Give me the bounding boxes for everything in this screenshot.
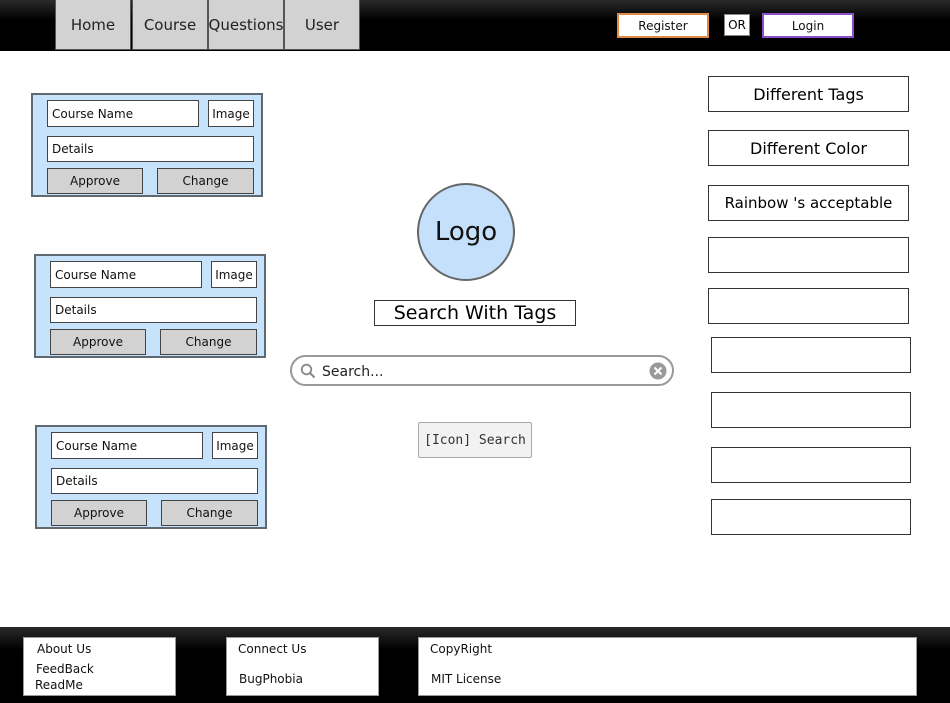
- tag-box[interactable]: Different Tags: [708, 76, 909, 112]
- course-card: Course Name Image Details Approve Change: [31, 93, 263, 197]
- approve-button[interactable]: Approve: [51, 500, 147, 526]
- tag-box[interactable]: [711, 392, 911, 428]
- license-link[interactable]: MIT License: [431, 672, 501, 686]
- top-nav-bar: Home Course Questions User Register OR L…: [0, 0, 950, 51]
- change-button[interactable]: Change: [161, 500, 258, 526]
- approve-button[interactable]: Approve: [50, 329, 146, 355]
- readme-link[interactable]: ReadMe: [35, 678, 83, 692]
- register-button[interactable]: Register: [617, 13, 709, 38]
- course-image-field[interactable]: Image: [212, 432, 258, 459]
- change-button[interactable]: Change: [160, 329, 257, 355]
- course-details-field[interactable]: Details: [50, 297, 257, 323]
- connect-us-link[interactable]: Connect Us: [238, 642, 306, 656]
- nav-tab-questions[interactable]: Questions: [208, 0, 284, 50]
- tag-box[interactable]: [711, 499, 911, 535]
- nav-tab-course[interactable]: Course: [132, 0, 208, 50]
- clear-icon[interactable]: [649, 362, 667, 380]
- tag-box[interactable]: Rainbow 's acceptable: [708, 185, 909, 221]
- search-box: [290, 355, 674, 386]
- course-name-field[interactable]: Course Name: [51, 432, 203, 459]
- tag-box[interactable]: [711, 337, 911, 373]
- feedback-link[interactable]: FeedBack: [36, 662, 94, 676]
- nav-tab-user[interactable]: User: [284, 0, 360, 50]
- approve-button[interactable]: Approve: [47, 168, 143, 194]
- course-details-field[interactable]: Details: [47, 136, 254, 162]
- or-label: OR: [724, 14, 750, 36]
- footer-panel-connect: Connect Us BugPhobia: [226, 637, 379, 696]
- tag-box[interactable]: [708, 288, 909, 324]
- tag-box[interactable]: [711, 447, 911, 483]
- footer-panel-copyright: CopyRight MIT License: [418, 637, 917, 696]
- search-with-tags-label: Search With Tags: [374, 300, 576, 326]
- course-details-field[interactable]: Details: [51, 468, 258, 494]
- footer-panel-about: About Us FeedBack ReadMe: [23, 637, 176, 696]
- course-card: Course Name Image Details Approve Change: [34, 254, 266, 358]
- tag-box[interactable]: Different Color: [708, 130, 909, 166]
- course-image-field[interactable]: Image: [208, 100, 254, 127]
- course-name-field[interactable]: Course Name: [47, 100, 199, 127]
- copyright-label: CopyRight: [430, 642, 493, 656]
- search-button[interactable]: [Icon] Search: [418, 422, 532, 458]
- about-us-link[interactable]: About Us: [37, 642, 91, 656]
- search-icon: [300, 363, 316, 379]
- nav-tab-home[interactable]: Home: [55, 0, 131, 50]
- course-card: Course Name Image Details Approve Change: [35, 425, 267, 529]
- login-button[interactable]: Login: [762, 13, 854, 38]
- course-image-field[interactable]: Image: [211, 261, 257, 288]
- tag-box[interactable]: [708, 237, 909, 273]
- bugphobia-link[interactable]: BugPhobia: [239, 672, 303, 686]
- logo: Logo: [417, 183, 515, 281]
- change-button[interactable]: Change: [157, 168, 254, 194]
- course-name-field[interactable]: Course Name: [50, 261, 202, 288]
- search-input[interactable]: [320, 361, 644, 383]
